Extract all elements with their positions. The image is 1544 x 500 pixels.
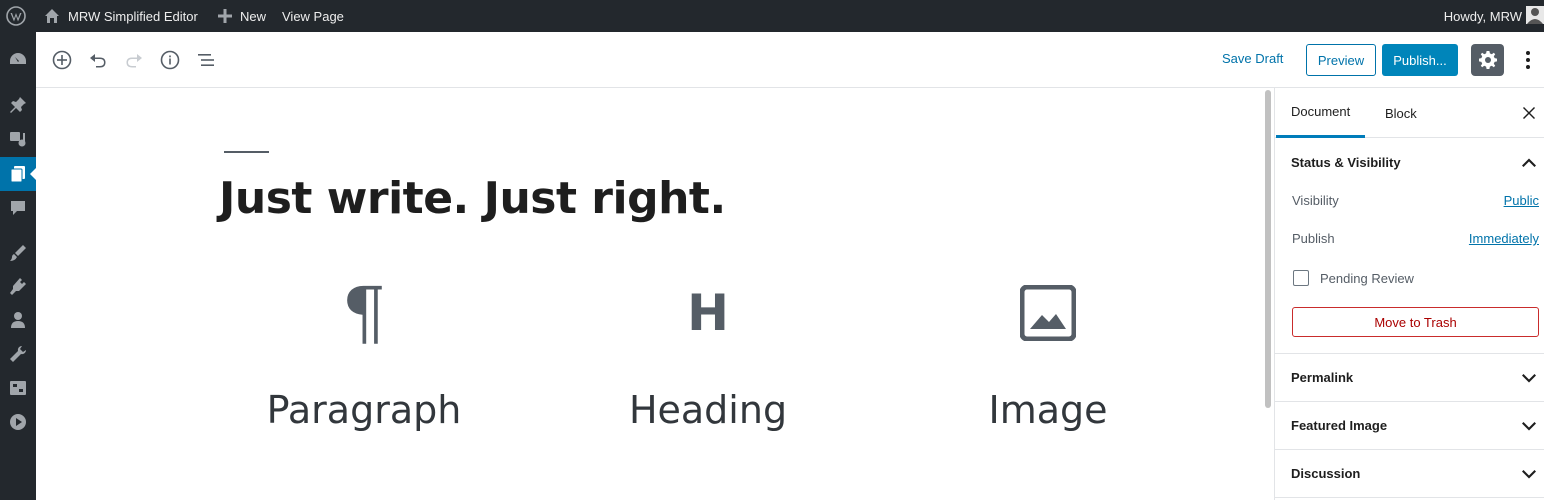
media-icon[interactable] (0, 122, 36, 156)
preview-button[interactable]: Preview (1306, 44, 1376, 76)
editor-canvas: Just write. Just right. ¶ Paragraph H He… (36, 88, 1262, 500)
featured-image-panel[interactable]: Featured Image (1275, 402, 1544, 450)
redo-icon[interactable] (122, 48, 146, 72)
tab-block[interactable]: Block (1370, 88, 1432, 138)
gear-icon (1478, 51, 1497, 69)
plus-icon (218, 9, 232, 23)
image-block-button[interactable]: Image (918, 278, 1178, 432)
greeting: Howdy, MRW (1443, 8, 1522, 24)
publish-label: Publish (1292, 231, 1335, 246)
add-block-icon[interactable] (50, 48, 74, 72)
dashboard-icon[interactable] (0, 43, 36, 77)
permalink-panel[interactable]: Permalink (1275, 354, 1544, 402)
pending-review-checkbox[interactable] (1293, 270, 1309, 286)
title-separator (224, 151, 269, 153)
editor-toolbar: Save Draft Preview Publish... (36, 32, 1544, 88)
heading-icon: H (687, 284, 729, 342)
settings-sidebar: Document Block Status & Visibility Visib… (1274, 88, 1544, 500)
admin-bar: MRW Simplified Editor New View Page Howd… (0, 0, 1544, 32)
media-play-icon[interactable] (0, 405, 36, 439)
block-navigation-icon[interactable] (194, 48, 218, 72)
admin-bar-view-page[interactable]: View Page (282, 0, 344, 32)
image-icon (918, 278, 1178, 348)
admin-menu (0, 32, 36, 500)
pin-icon[interactable] (0, 88, 36, 122)
chevron-down-icon (1519, 464, 1539, 484)
chevron-down-icon (1519, 416, 1539, 436)
visibility-link[interactable]: Public (1504, 193, 1539, 208)
tab-document[interactable]: Document (1276, 88, 1366, 138)
pages-icon[interactable] (0, 157, 36, 191)
admin-bar-account[interactable]: Howdy, MRW (1444, 0, 1522, 32)
settings-gear-button[interactable] (1471, 44, 1504, 76)
admin-bar-site[interactable]: MRW Simplified Editor (44, 0, 198, 32)
chevron-up-icon (1519, 152, 1539, 172)
undo-icon[interactable] (86, 48, 110, 72)
chevron-down-icon (1519, 368, 1539, 388)
panel-title: Featured Image (1291, 418, 1388, 433)
comments-icon[interactable] (0, 191, 36, 225)
move-to-trash-button[interactable]: Move to Trash (1292, 307, 1539, 337)
wordpress-logo-icon[interactable] (6, 0, 30, 32)
status-visibility-panel: Status & Visibility Visibility Public Pu… (1275, 138, 1544, 354)
save-draft-button[interactable]: Save Draft (1222, 51, 1283, 66)
admin-bar-new[interactable]: New (218, 0, 266, 32)
view-page-label: View Page (282, 8, 344, 24)
status-visibility-toggle[interactable]: Status & Visibility (1275, 138, 1544, 186)
paragraph-label: Paragraph (266, 388, 462, 432)
paragraph-block-button[interactable]: ¶ Paragraph (234, 278, 494, 432)
plugins-icon[interactable] (0, 269, 36, 303)
more-options-icon[interactable] (1516, 48, 1540, 72)
appearance-icon[interactable] (0, 236, 36, 270)
publish-date-link[interactable]: Immediately (1469, 231, 1539, 246)
close-icon[interactable] (1519, 103, 1539, 123)
panel-title: Status & Visibility (1291, 154, 1401, 170)
publish-button[interactable]: Publish... (1382, 44, 1458, 76)
site-name: MRW Simplified Editor (68, 8, 198, 24)
panel-title: Permalink (1291, 370, 1354, 385)
visibility-label: Visibility (1292, 193, 1339, 208)
image-label: Image (988, 388, 1108, 432)
tools-icon[interactable] (0, 337, 36, 371)
avatar[interactable] (1526, 6, 1544, 24)
info-icon[interactable] (158, 48, 182, 72)
new-label: New (240, 8, 267, 24)
home-icon (45, 9, 59, 23)
sidebar-tabs: Document Block (1275, 88, 1544, 138)
heading-block-button[interactable]: H Heading (578, 278, 838, 432)
pending-review-label: Pending Review (1320, 271, 1414, 286)
heading-label: Heading (628, 388, 788, 432)
panel-title: Discussion (1291, 466, 1361, 481)
post-title[interactable]: Just write. Just right. (219, 173, 726, 224)
editor-scrollbar[interactable] (1265, 90, 1271, 408)
settings-icon[interactable] (0, 371, 36, 405)
paragraph-icon: ¶ (341, 272, 387, 354)
discussion-panel[interactable]: Discussion (1275, 450, 1544, 498)
users-icon[interactable] (0, 303, 36, 337)
